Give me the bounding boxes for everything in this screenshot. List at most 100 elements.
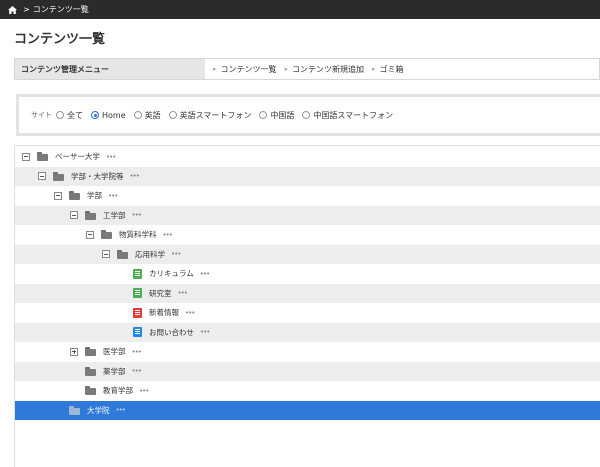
menu-link-label: コンテンツ新規追加: [292, 64, 365, 74]
more-options-icon[interactable]: •••: [116, 406, 126, 414]
more-options-icon[interactable]: •••: [132, 367, 142, 375]
page-green-icon: [133, 268, 142, 279]
radio-button[interactable]: [91, 111, 99, 119]
collapse-icon[interactable]: [22, 152, 30, 161]
site-option-label: 英語スマートフォン: [179, 110, 252, 120]
site-option-5[interactable]: 中国語スマートフォン: [302, 110, 393, 121]
more-options-icon[interactable]: •••: [132, 348, 142, 356]
tree-row[interactable]: 薬学部 •••: [15, 361, 600, 381]
tree-row[interactable]: 工学部 •••: [15, 205, 600, 225]
tree-row[interactable]: カリキュラム •••: [15, 264, 600, 283]
folder-icon: [85, 210, 96, 220]
expand-icon[interactable]: [70, 347, 78, 356]
menu-link-content-list[interactable]: ▸ コンテンツ一覧: [213, 64, 277, 75]
chevron-right-icon: ▸: [284, 65, 289, 73]
site-option-label: 英語: [144, 110, 161, 120]
tree-row-label: 教育学部: [103, 386, 133, 395]
breadcrumb-current: コンテンツ一覧: [32, 5, 89, 14]
tree-row-label: ベーサー大学: [55, 152, 100, 161]
folder-icon: [37, 152, 48, 161]
folder-icon: [117, 249, 128, 259]
site-option-label: 全て: [67, 110, 83, 120]
tree-row-label: 工学部: [103, 210, 126, 220]
page-red-icon: [133, 307, 142, 318]
content-menu-bar: コンテンツ管理メニュー ▸ コンテンツ一覧 ▸ コンテンツ新規追加 ▸ ゴミ箱: [14, 58, 600, 80]
menu-link-label: コンテンツ一覧: [220, 64, 277, 74]
tree-row-label: 医学部: [103, 347, 126, 356]
collapse-icon[interactable]: [54, 191, 62, 200]
more-options-icon[interactable]: •••: [108, 192, 118, 200]
tree-row-label: お問い合わせ: [149, 327, 194, 337]
collapse-icon[interactable]: [86, 230, 94, 239]
page-green-icon: [133, 288, 142, 298]
tree-row[interactable]: 教育学部 •••: [15, 381, 600, 400]
more-options-icon[interactable]: •••: [132, 211, 142, 219]
tree-row-label: 新着情報: [149, 308, 179, 317]
tree-row-label: 薬学部: [103, 366, 126, 376]
tree-row-label: カリキュラム: [149, 269, 194, 278]
breadcrumb-separator: >: [23, 5, 30, 14]
content-tree: ベーサー大学 ••• 学部・大学院等 ••• 学部 ••• 工学部 ••• 物質科学科 ••• 応用…: [14, 145, 600, 467]
collapse-icon[interactable]: [38, 172, 46, 180]
radio-button[interactable]: [302, 111, 311, 119]
radio-button[interactable]: [56, 111, 64, 119]
tree-row[interactable]: 物質科学科 •••: [15, 225, 600, 244]
folder-icon: [85, 347, 96, 356]
tree-row-label: 応用科学: [135, 249, 165, 259]
tree-row[interactable]: ベーサー大学 •••: [15, 147, 600, 166]
tree-row-label: 物質科学科: [119, 230, 157, 239]
site-option-4[interactable]: 中国語: [259, 110, 294, 121]
tree-row[interactable]: お問い合わせ •••: [15, 322, 600, 342]
folder-icon: [85, 386, 96, 395]
menu-link-trash[interactable]: ▸ ゴミ箱: [372, 64, 404, 75]
tree-row-label: 学部・大学院等: [71, 171, 124, 181]
site-option-label: 中国語スマートフォン: [313, 110, 394, 120]
chevron-right-icon: ▸: [213, 65, 217, 73]
site-filter-panel: サイト 全て Home 英語 英語スマートフォン 中国語 中国語スマートフォン: [16, 94, 600, 136]
radio-button[interactable]: [259, 111, 268, 119]
site-option-1[interactable]: Home: [91, 111, 126, 120]
tree-row-label: 学部: [87, 191, 102, 200]
more-options-icon[interactable]: •••: [139, 387, 149, 395]
tree-row-label: 大学院: [87, 405, 110, 415]
site-option-0[interactable]: 全て: [56, 110, 83, 121]
tree-row-label: 研究室: [149, 288, 172, 298]
site-option-2[interactable]: 英語: [133, 110, 161, 121]
more-options-icon[interactable]: •••: [171, 250, 181, 258]
site-filter-label: サイト: [31, 111, 52, 119]
folder-icon: [85, 366, 96, 376]
folder-icon: [101, 230, 112, 239]
page-blue-icon: [133, 327, 142, 337]
more-options-icon[interactable]: •••: [163, 231, 173, 239]
folder-icon: [53, 171, 64, 181]
collapse-icon[interactable]: [70, 211, 78, 219]
collapse-icon[interactable]: [102, 250, 110, 258]
radio-button[interactable]: [168, 111, 177, 119]
menu-link-add-content[interactable]: ▸ コンテンツ新規追加: [285, 64, 365, 75]
folder-icon: [69, 405, 80, 415]
more-options-icon[interactable]: •••: [185, 309, 195, 317]
tree-row[interactable]: 新着情報 •••: [15, 303, 600, 322]
more-options-icon[interactable]: •••: [200, 328, 210, 336]
more-options-icon[interactable]: •••: [178, 289, 188, 297]
menu-link-label: ゴミ箱: [379, 64, 404, 74]
folder-icon: [69, 191, 80, 200]
menu-label: コンテンツ管理メニュー: [15, 59, 205, 79]
site-option-label: 中国語: [270, 110, 295, 120]
tree-row[interactable]: 学部 •••: [15, 186, 600, 205]
tree-row[interactable]: 研究室 •••: [15, 283, 600, 303]
radio-button[interactable]: [133, 111, 142, 119]
site-option-label: Home: [102, 110, 126, 120]
more-options-icon[interactable]: •••: [200, 270, 210, 278]
top-breadcrumb-bar: > コンテンツ一覧: [0, 0, 600, 19]
page-title: コンテンツ一覧: [14, 32, 106, 47]
more-options-icon[interactable]: •••: [130, 172, 140, 180]
site-option-3[interactable]: 英語スマートフォン: [168, 110, 252, 121]
tree-row[interactable]: 医学部 •••: [15, 342, 600, 361]
chevron-right-icon: ▸: [372, 65, 376, 73]
tree-row[interactable]: 学部・大学院等 •••: [15, 166, 600, 186]
home-icon[interactable]: [8, 5, 17, 14]
tree-row[interactable]: 大学院 •••: [15, 400, 600, 420]
tree-row[interactable]: 応用科学 •••: [15, 244, 600, 264]
more-options-icon[interactable]: •••: [106, 153, 116, 161]
